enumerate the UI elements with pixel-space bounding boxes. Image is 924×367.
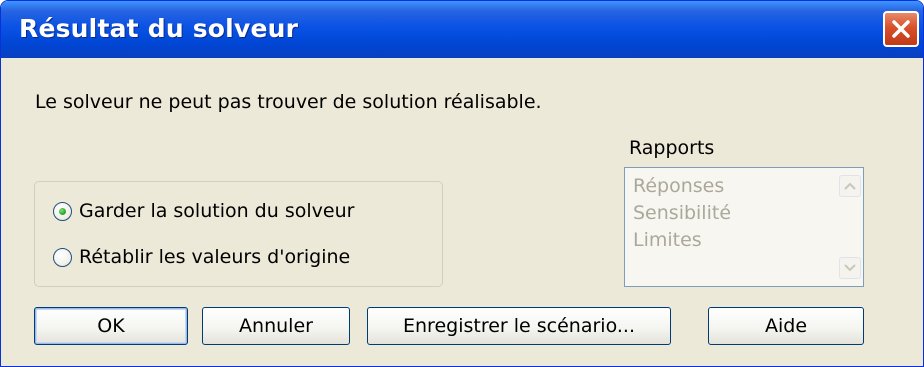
keep-solution-radio[interactable]: [53, 201, 72, 221]
keep-solution-label[interactable]: Garder la solution du solveur: [79, 200, 354, 222]
reports-listbox[interactable]: Réponses Sensibilité Limites: [624, 167, 864, 287]
keep-solution-option[interactable]: Garder la solution du solveur: [53, 198, 354, 224]
report-item-sensitivity: Sensibilité: [633, 202, 732, 224]
cancel-button[interactable]: Annuler: [202, 307, 350, 345]
chevron-up-icon: [844, 182, 856, 190]
scroll-up-button: [839, 175, 861, 197]
ok-button[interactable]: OK: [34, 307, 188, 345]
scroll-down-button: [839, 257, 861, 279]
restore-values-option[interactable]: Rétablir les valeurs d'origine: [53, 244, 350, 270]
help-button[interactable]: Aide: [708, 307, 864, 345]
close-icon: [892, 20, 910, 38]
close-button[interactable]: [883, 11, 919, 47]
title-bar[interactable]: Résultat du solveur: [1, 1, 923, 58]
report-item-answers: Réponses: [633, 175, 725, 197]
report-item-limits: Limites: [633, 229, 702, 251]
reports-label: Rapports: [629, 137, 715, 159]
save-scenario-button[interactable]: Enregistrer le scénario...: [367, 307, 671, 345]
restore-values-radio[interactable]: [53, 247, 72, 267]
dialog-title: Résultat du solveur: [19, 14, 299, 43]
restore-values-label[interactable]: Rétablir les valeurs d'origine: [79, 246, 350, 268]
chevron-down-icon: [844, 264, 856, 272]
result-message: Le solveur ne peut pas trouver de soluti…: [35, 91, 542, 113]
radio-selected-dot: [59, 207, 66, 215]
solver-result-dialog: Résultat du solveur Le solveur ne peut p…: [0, 0, 924, 367]
options-group: [34, 181, 443, 287]
